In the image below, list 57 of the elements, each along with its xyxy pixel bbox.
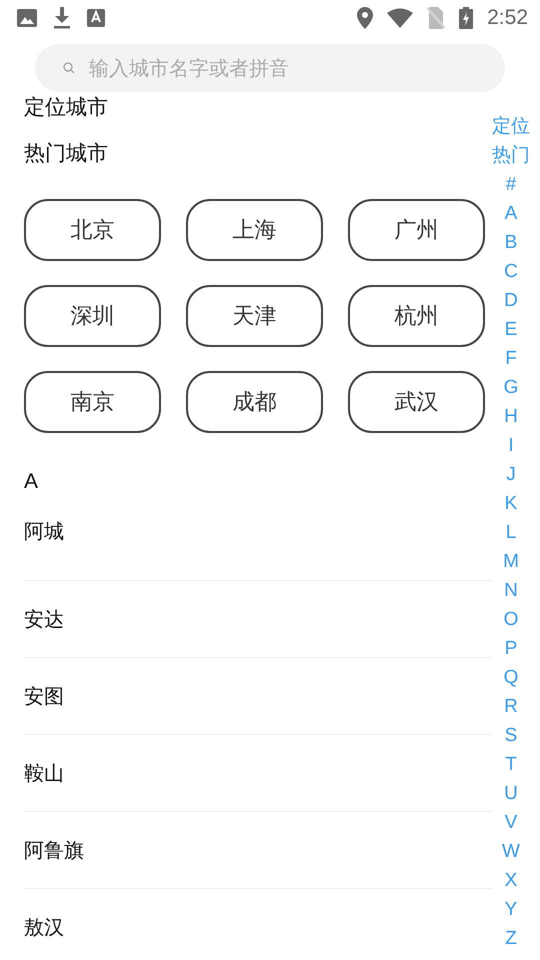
index-letter[interactable]: D: [504, 286, 518, 315]
index-letter[interactable]: R: [504, 692, 518, 721]
image-icon: [17, 9, 37, 27]
text-icon: [87, 9, 105, 27]
city-button[interactable]: 天津: [186, 285, 323, 347]
index-letter[interactable]: A: [504, 199, 518, 228]
index-letter[interactable]: B: [504, 228, 518, 257]
city-button[interactable]: 上海: [186, 199, 323, 261]
city-list-item[interactable]: 阿城: [24, 495, 493, 581]
city-button[interactable]: 北京: [24, 199, 161, 261]
index-letter[interactable]: X: [504, 866, 518, 895]
clock-time: 2:52: [487, 6, 528, 30]
index-letter[interactable]: N: [504, 576, 518, 605]
location-icon: [357, 7, 374, 29]
search-icon: [63, 62, 75, 74]
city-list-item[interactable]: 阿鲁旗: [24, 812, 493, 889]
index-letter[interactable]: K: [504, 489, 518, 518]
search-field[interactable]: 输入城市名字或者拼音: [35, 44, 505, 92]
city-button[interactable]: 武汉: [348, 371, 485, 433]
city-list-item[interactable]: 安达: [24, 581, 493, 658]
index-letter[interactable]: S: [504, 721, 518, 750]
index-letter[interactable]: F: [505, 344, 517, 373]
index-letter[interactable]: Z: [505, 924, 517, 953]
index-letter[interactable]: O: [504, 605, 518, 634]
index-letter[interactable]: 定位: [492, 112, 530, 141]
city-list-item[interactable]: 鞍山: [24, 735, 493, 812]
city-button[interactable]: 南京: [24, 371, 161, 433]
index-letter[interactable]: W: [502, 837, 520, 866]
no-sim-icon: [427, 7, 446, 29]
index-letter[interactable]: L: [506, 518, 516, 547]
index-letter[interactable]: V: [504, 808, 518, 837]
city-list-item[interactable]: 安图: [24, 658, 493, 735]
index-letter[interactable]: G: [504, 373, 518, 402]
download-icon: [53, 7, 71, 29]
wifi-icon: [387, 8, 414, 28]
section-title: 热门城市: [24, 140, 109, 166]
index-letter[interactable]: #: [506, 170, 516, 199]
index-letter[interactable]: P: [504, 634, 518, 663]
index-letter[interactable]: M: [503, 547, 519, 576]
city-list-item[interactable]: 敖汉: [24, 889, 493, 960]
group-letter: A: [24, 469, 40, 495]
index-letter[interactable]: T: [505, 750, 517, 779]
index-letter[interactable]: J: [506, 460, 516, 489]
index-letter[interactable]: C: [504, 257, 518, 286]
index-letter[interactable]: Q: [504, 663, 518, 692]
index-letter[interactable]: E: [504, 315, 518, 344]
section-title: 定位城市: [24, 94, 109, 120]
index-letter[interactable]: Y: [504, 895, 518, 924]
city-button[interactable]: 深圳: [24, 285, 161, 347]
index-letter[interactable]: U: [504, 779, 518, 808]
index-letter[interactable]: 热门: [492, 141, 530, 170]
index-letter[interactable]: H: [504, 402, 518, 431]
city-button[interactable]: 广州: [348, 199, 485, 261]
city-button[interactable]: 成都: [186, 371, 323, 433]
city-button[interactable]: 杭州: [348, 285, 485, 347]
battery-charging-icon: [459, 7, 474, 29]
index-letter[interactable]: I: [508, 431, 514, 460]
